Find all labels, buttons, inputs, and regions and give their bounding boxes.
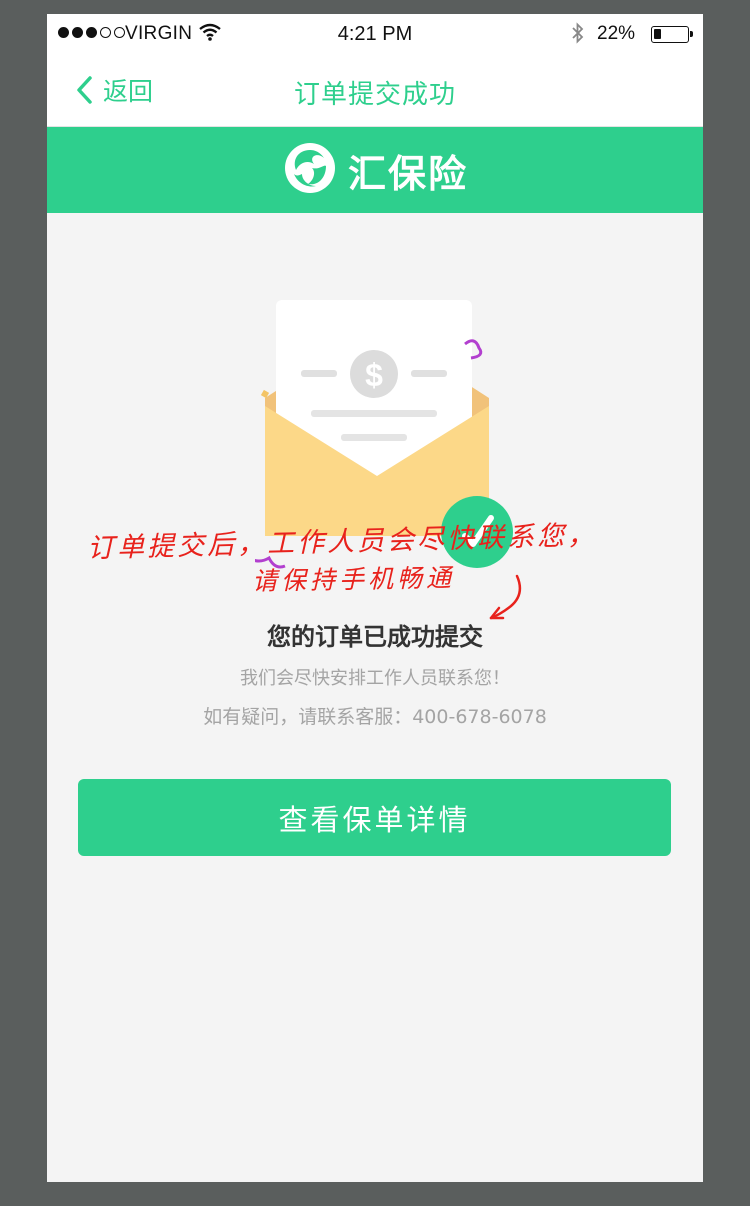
phone-screen: VIRGIN 4:21 PM 22% 返回 订单提交成功 汇保险 $ 订单提交后… [47,14,703,1182]
brand-banner: 汇保险 [47,127,703,213]
brand-name: 汇保险 [347,151,468,196]
battery-fill [654,29,661,39]
battery-icon [651,26,693,43]
customer-service-line: 如有疑问，请联系客服：400-678-6078 [47,702,703,729]
battery-percent: 22% [597,23,636,44]
page-title: 订单提交成功 [293,80,456,110]
service-prefix: 如有疑问，请联系客服： [203,706,413,728]
success-title: 您的订单已成功提交 [267,623,483,651]
svg-text:$: $ [365,357,383,393]
service-phone[interactable]: 400-678-6078 [412,706,547,728]
view-policy-button[interactable]: 查看保单详情 [78,779,671,856]
annotation-text-line2: 请保持手机畅通 [251,563,456,596]
nav-bar: 返回 订单提交成功 [47,54,703,127]
annotation-text-line1: 订单提交后，工作人员会尽快联系您， [86,519,598,565]
dollar-coin-icon: $ [350,350,398,398]
swirl-logo-icon [282,140,338,200]
success-subtitle: 我们会尽快安排工作人员联系您！ [240,668,510,689]
bluetooth-icon [571,22,585,50]
status-bar: VIRGIN 4:21 PM 22% [47,14,703,54]
